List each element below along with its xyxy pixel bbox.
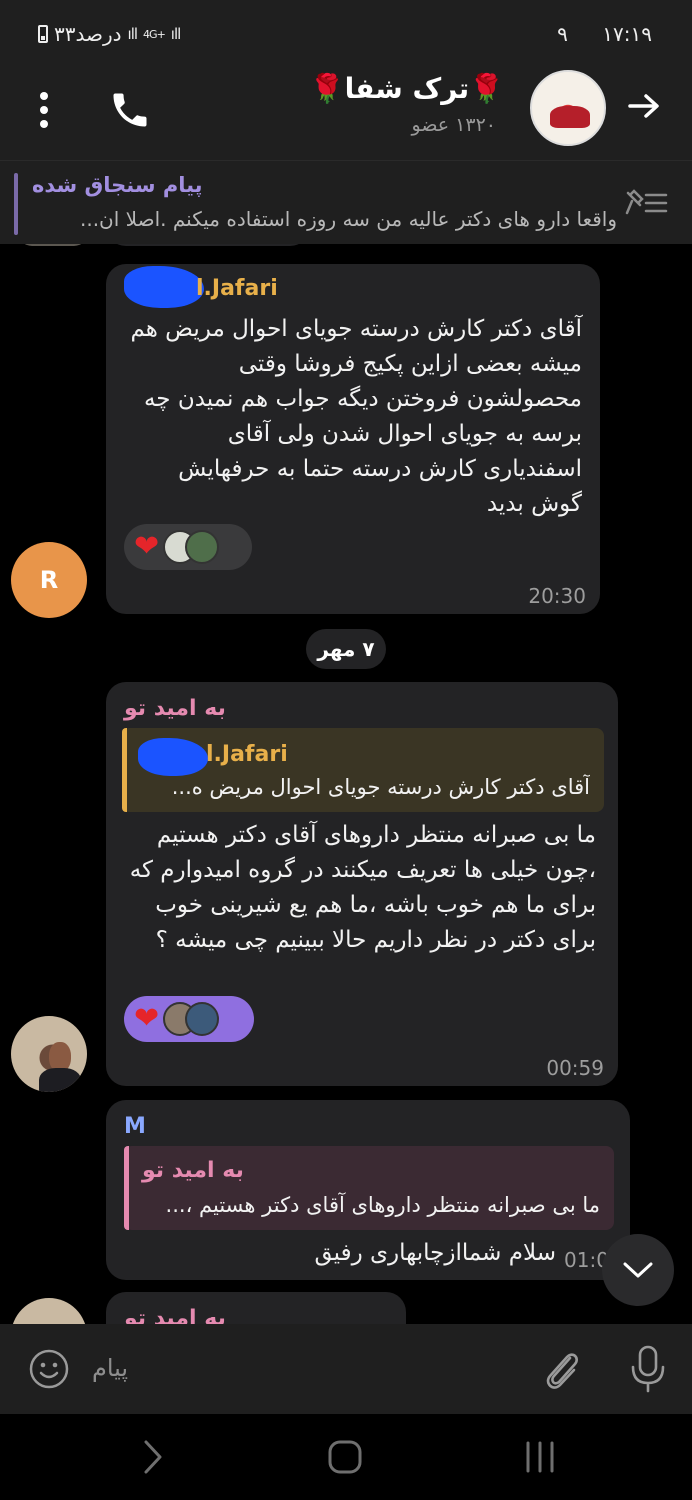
reactions[interactable]: ❤ [124, 524, 252, 570]
chevron-down-icon [623, 1262, 653, 1278]
date-separator: ۷ مهر [306, 629, 386, 669]
message-text: ما بی صبرانه منتظر داروهای آقای دکتر هست… [129, 822, 596, 953]
notification-count: ۹ [557, 22, 568, 46]
avatar-shirt [39, 1068, 81, 1092]
microphone-icon[interactable] [628, 1344, 668, 1394]
attach-icon[interactable] [540, 1346, 584, 1392]
phone-icon[interactable] [108, 88, 152, 132]
chat-area[interactable]: l.Jafari آقای دکتر کارش درسته جویای احوا… [0, 244, 692, 1324]
sender-avatar[interactable]: R [11, 542, 87, 618]
message-sender[interactable]: l.Jafari [196, 276, 278, 301]
rose-image [550, 106, 590, 128]
reply-quote[interactable]: به امید تو ما بی صبرانه منتظر داروهای آق… [124, 1146, 614, 1230]
redacted-name [124, 266, 204, 308]
pinned-list-icon[interactable] [624, 187, 668, 219]
nav-recents-icon[interactable] [520, 1440, 560, 1474]
message-text: آقای دکتر کارش درسته جویای احوال مریض هم… [130, 316, 582, 517]
pinned-message[interactable]: پیام سنجاق شده واقعا دارو های دکتر عالیه… [0, 160, 692, 244]
signal-icon-2: ıll [170, 25, 181, 43]
pinned-text: واقعا دارو های دکتر عالیه من سه روزه است… [79, 207, 617, 231]
back-arrow-icon[interactable] [626, 88, 662, 133]
group-title[interactable]: 🌹ترک شفا🌹 [310, 72, 504, 105]
message-sender[interactable]: به امید تو [124, 1306, 226, 1324]
more-options-icon[interactable] [38, 92, 50, 128]
message-time: 20:30 [528, 584, 586, 608]
status-bar: ۳۳درصد ıll 4G+ ıll ۹ ۱۷:۱۹ [0, 0, 692, 70]
nav-home-icon[interactable] [326, 1438, 364, 1476]
message-input[interactable]: پیام [92, 1354, 128, 1382]
reply-text: ما بی صبرانه منتظر داروهای آقای دکتر هست… [165, 1193, 600, 1217]
message-time: 00:59 [546, 1056, 604, 1080]
member-count: ۱۳۲۰ عضو [411, 114, 497, 136]
message-bubble-omid-partial[interactable]: به امید تو [106, 1292, 406, 1324]
group-avatar[interactable] [530, 70, 606, 146]
sender-avatar[interactable] [11, 1298, 87, 1324]
reactor-avatar [185, 1002, 220, 1036]
reply-text: آقای دکتر کارش درسته جویای احوال مریض ه.… [171, 775, 590, 799]
pinned-bar [14, 173, 18, 235]
clock: ۱۷:۱۹ [602, 22, 652, 46]
message-bubble-omid[interactable]: به امید تو l.Jafari آقای دکتر کارش درسته… [106, 682, 618, 1086]
signal-icon: ıll [127, 25, 138, 43]
message-input-bar: پیام [0, 1324, 692, 1414]
redacted-name [138, 738, 208, 776]
pinned-title: پیام سنجاق شده [32, 173, 203, 197]
message-sender[interactable]: به امید تو [124, 696, 226, 721]
heart-reaction-icon: ❤ [134, 529, 160, 564]
battery-icon [38, 25, 48, 43]
message-sender[interactable]: M [124, 1114, 146, 1139]
reactions[interactable]: ❤ [124, 996, 254, 1042]
scroll-down-button[interactable] [602, 1234, 674, 1306]
nav-back-icon[interactable] [138, 1438, 168, 1476]
battery-level: ۳۳درصد [54, 22, 122, 46]
status-time: ۹ ۱۷:۱۹ [557, 22, 652, 46]
message-bubble-jafari[interactable]: l.Jafari آقای دکتر کارش درسته جویای احوا… [106, 264, 600, 614]
avatar-letter: R [39, 566, 59, 594]
reply-sender: l.Jafari [206, 742, 288, 767]
network-type: 4G+ [143, 27, 166, 41]
heart-reaction-icon: ❤ [134, 1001, 160, 1036]
reply-bar [122, 728, 127, 812]
sender-avatar[interactable] [11, 1016, 87, 1092]
status-left: ۳۳درصد ıll 4G+ ıll [38, 22, 181, 46]
avatar-partial [18, 244, 88, 246]
message-bubble-m[interactable]: M به امید تو ما بی صبرانه منتظر داروهای … [106, 1100, 630, 1280]
system-nav-bar [0, 1414, 692, 1500]
emoji-icon[interactable] [28, 1348, 70, 1390]
message-bubble-partial [106, 244, 310, 246]
reply-quote[interactable]: l.Jafari آقای دکتر کارش درسته جویای احوا… [122, 728, 604, 812]
reactor-avatar [185, 530, 220, 564]
chat-header: 🌹ترک شفا🌹 ۱۳۲۰ عضو [0, 70, 692, 160]
reply-bar [124, 1146, 129, 1230]
message-text: سلام شماازچابهاری رفیق [314, 1240, 557, 1266]
reply-sender: به امید تو [142, 1158, 244, 1183]
